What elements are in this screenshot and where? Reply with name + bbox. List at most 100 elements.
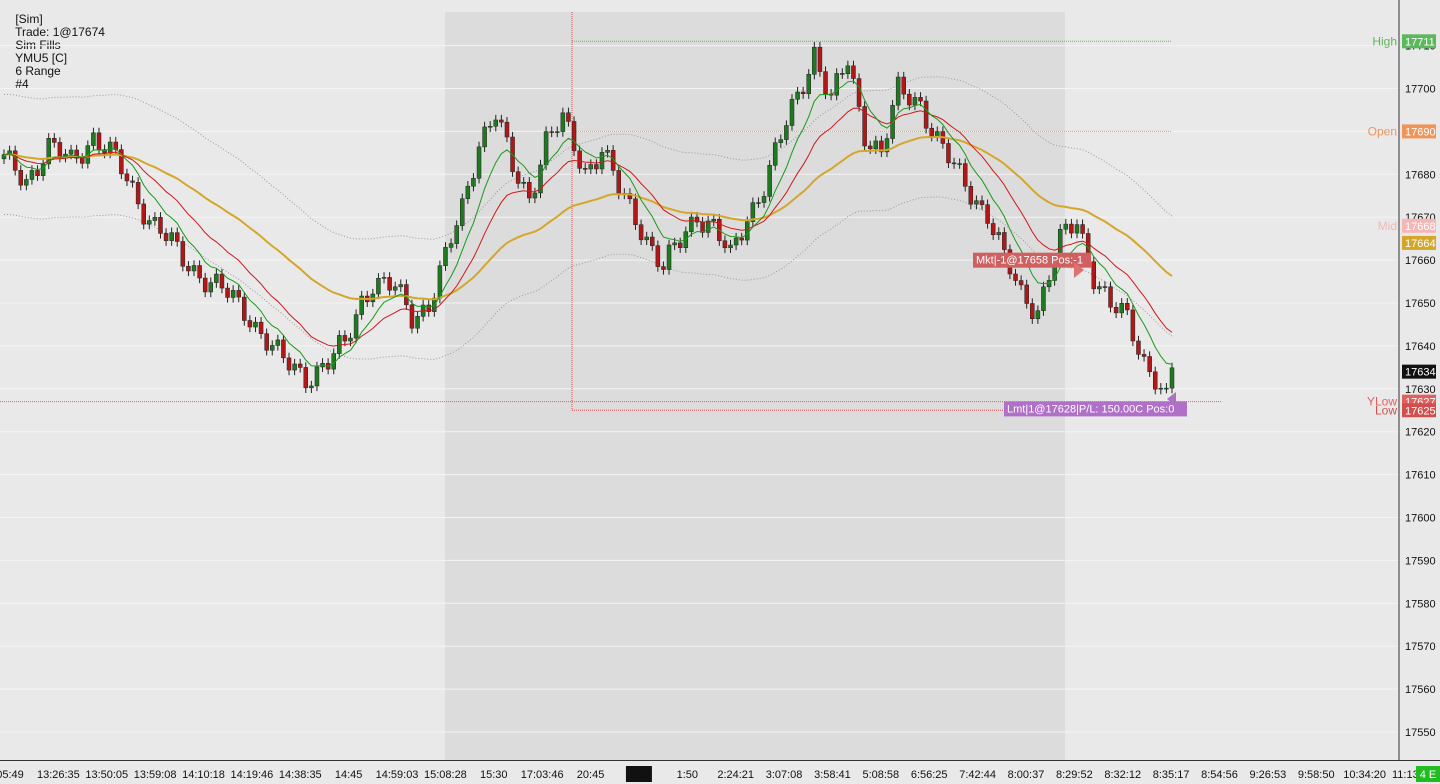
candle-body (1130, 309, 1136, 342)
candle-body (560, 112, 566, 132)
time-tick-label: 9:26:53 (1250, 769, 1287, 781)
candle-body (247, 320, 253, 328)
candle-body (130, 180, 135, 183)
connection-badge-label: 4 E (1420, 769, 1437, 781)
candle-body (454, 225, 459, 244)
candle-body (577, 150, 582, 169)
candle-body (599, 152, 605, 170)
candle-body (1030, 303, 1035, 319)
time-tick-label: 1:50 (677, 769, 698, 781)
candle-body (297, 363, 303, 368)
candle-body (404, 284, 409, 306)
candle-body (281, 339, 286, 359)
time-tick-label: 8:29:52 (1056, 769, 1093, 781)
candle-body (448, 243, 454, 248)
price-chart[interactable]: 17550 17560 17570 17580 17590 17600 17610 17620… (0, 0, 1440, 784)
candle-body (269, 345, 275, 351)
price-tick-label: 17570 (1405, 641, 1436, 653)
candle-body (962, 163, 968, 187)
candle-body (381, 277, 387, 279)
candle-body (1147, 356, 1152, 373)
candle-body (918, 97, 923, 102)
candle-body (504, 121, 510, 138)
candle-body (91, 132, 96, 146)
candle-body (784, 125, 789, 140)
candle-body (275, 339, 281, 346)
candle-body (644, 236, 649, 241)
candle-body (303, 367, 309, 389)
candle-body (135, 182, 141, 205)
candle-body (957, 163, 962, 165)
time-tick-label: 15:08:28 (424, 769, 467, 781)
time-tick-label: 7-24 (628, 769, 650, 781)
candle-body (543, 131, 549, 166)
candle-body (186, 265, 191, 272)
time-tick-label: 9:58:50 (1298, 769, 1335, 781)
candle-body (353, 314, 359, 339)
candle-body (292, 363, 297, 371)
candle-body (415, 316, 420, 329)
candle-body (264, 333, 269, 351)
candle-body (1164, 387, 1169, 390)
price-tick-label: 17700 (1405, 84, 1436, 96)
candle-body (582, 168, 588, 170)
time-tick-label: 20:45 (577, 769, 605, 781)
candle-body (1018, 280, 1024, 286)
candle-body (460, 198, 465, 226)
order-tag-label: Lmt|1@17628|P/L: 150.00C Pos:0 (1007, 403, 1174, 415)
level-label-high: High (1372, 34, 1397, 48)
candle-body (985, 204, 990, 224)
price-tick-label: 17560 (1405, 684, 1436, 696)
candle-body (650, 236, 655, 246)
candle-body (147, 220, 152, 225)
candle-body (476, 146, 482, 179)
candle-body (1013, 273, 1018, 281)
candle-body (638, 224, 644, 241)
candle-body (1152, 371, 1158, 390)
time-tick-label: 17:03:46 (521, 769, 564, 781)
time-tick-label: 14:19:46 (230, 769, 273, 781)
price-tick-label: 17600 (1405, 513, 1436, 525)
candle-body (745, 221, 750, 241)
candle-body (40, 163, 46, 176)
candle-body (739, 237, 744, 241)
candle-body (549, 131, 554, 133)
candle-body (594, 164, 599, 170)
candle-body (342, 335, 348, 342)
level-label-mid: Mid (1378, 219, 1397, 233)
candle-body (845, 65, 851, 75)
time-tick-label: 05:49 (0, 769, 24, 781)
session-shade (445, 12, 1065, 760)
time-tick-label: 7:42:44 (959, 769, 996, 781)
candle-body (96, 132, 102, 150)
candle-body (180, 241, 186, 267)
time-tick-label: 13:59:08 (134, 769, 177, 781)
time-tick-label: 8:32:12 (1104, 769, 1141, 781)
time-tick-label: 10:34:20 (1343, 769, 1386, 781)
time-tick-label: 2:24:21 (717, 769, 754, 781)
candle-body (1158, 387, 1164, 390)
price-tick-label: 17580 (1405, 598, 1436, 610)
price-tag-label: 17625 (1405, 405, 1436, 417)
candle-body (1091, 261, 1097, 290)
candle-body (1119, 303, 1124, 314)
candle-body (789, 99, 795, 126)
candle-body (666, 244, 672, 270)
candle-body (230, 290, 236, 298)
candle-body (605, 150, 610, 153)
price-tag-label: 17711 (1405, 36, 1435, 48)
candle-body (169, 232, 174, 241)
candle-body (923, 100, 929, 129)
candle-body (1136, 340, 1141, 355)
candle-body (571, 121, 577, 152)
candle-body (711, 219, 716, 222)
candle-body (409, 304, 415, 329)
candle-body (812, 46, 817, 75)
candle-body (1108, 286, 1113, 308)
candle-body (1069, 223, 1074, 234)
price-tag-label: 17664 (1405, 238, 1436, 250)
candle-body (974, 200, 979, 205)
price-tick-label: 17610 (1405, 470, 1436, 482)
candle-body (197, 265, 202, 279)
time-tick-label: 8:00:37 (1008, 769, 1045, 781)
